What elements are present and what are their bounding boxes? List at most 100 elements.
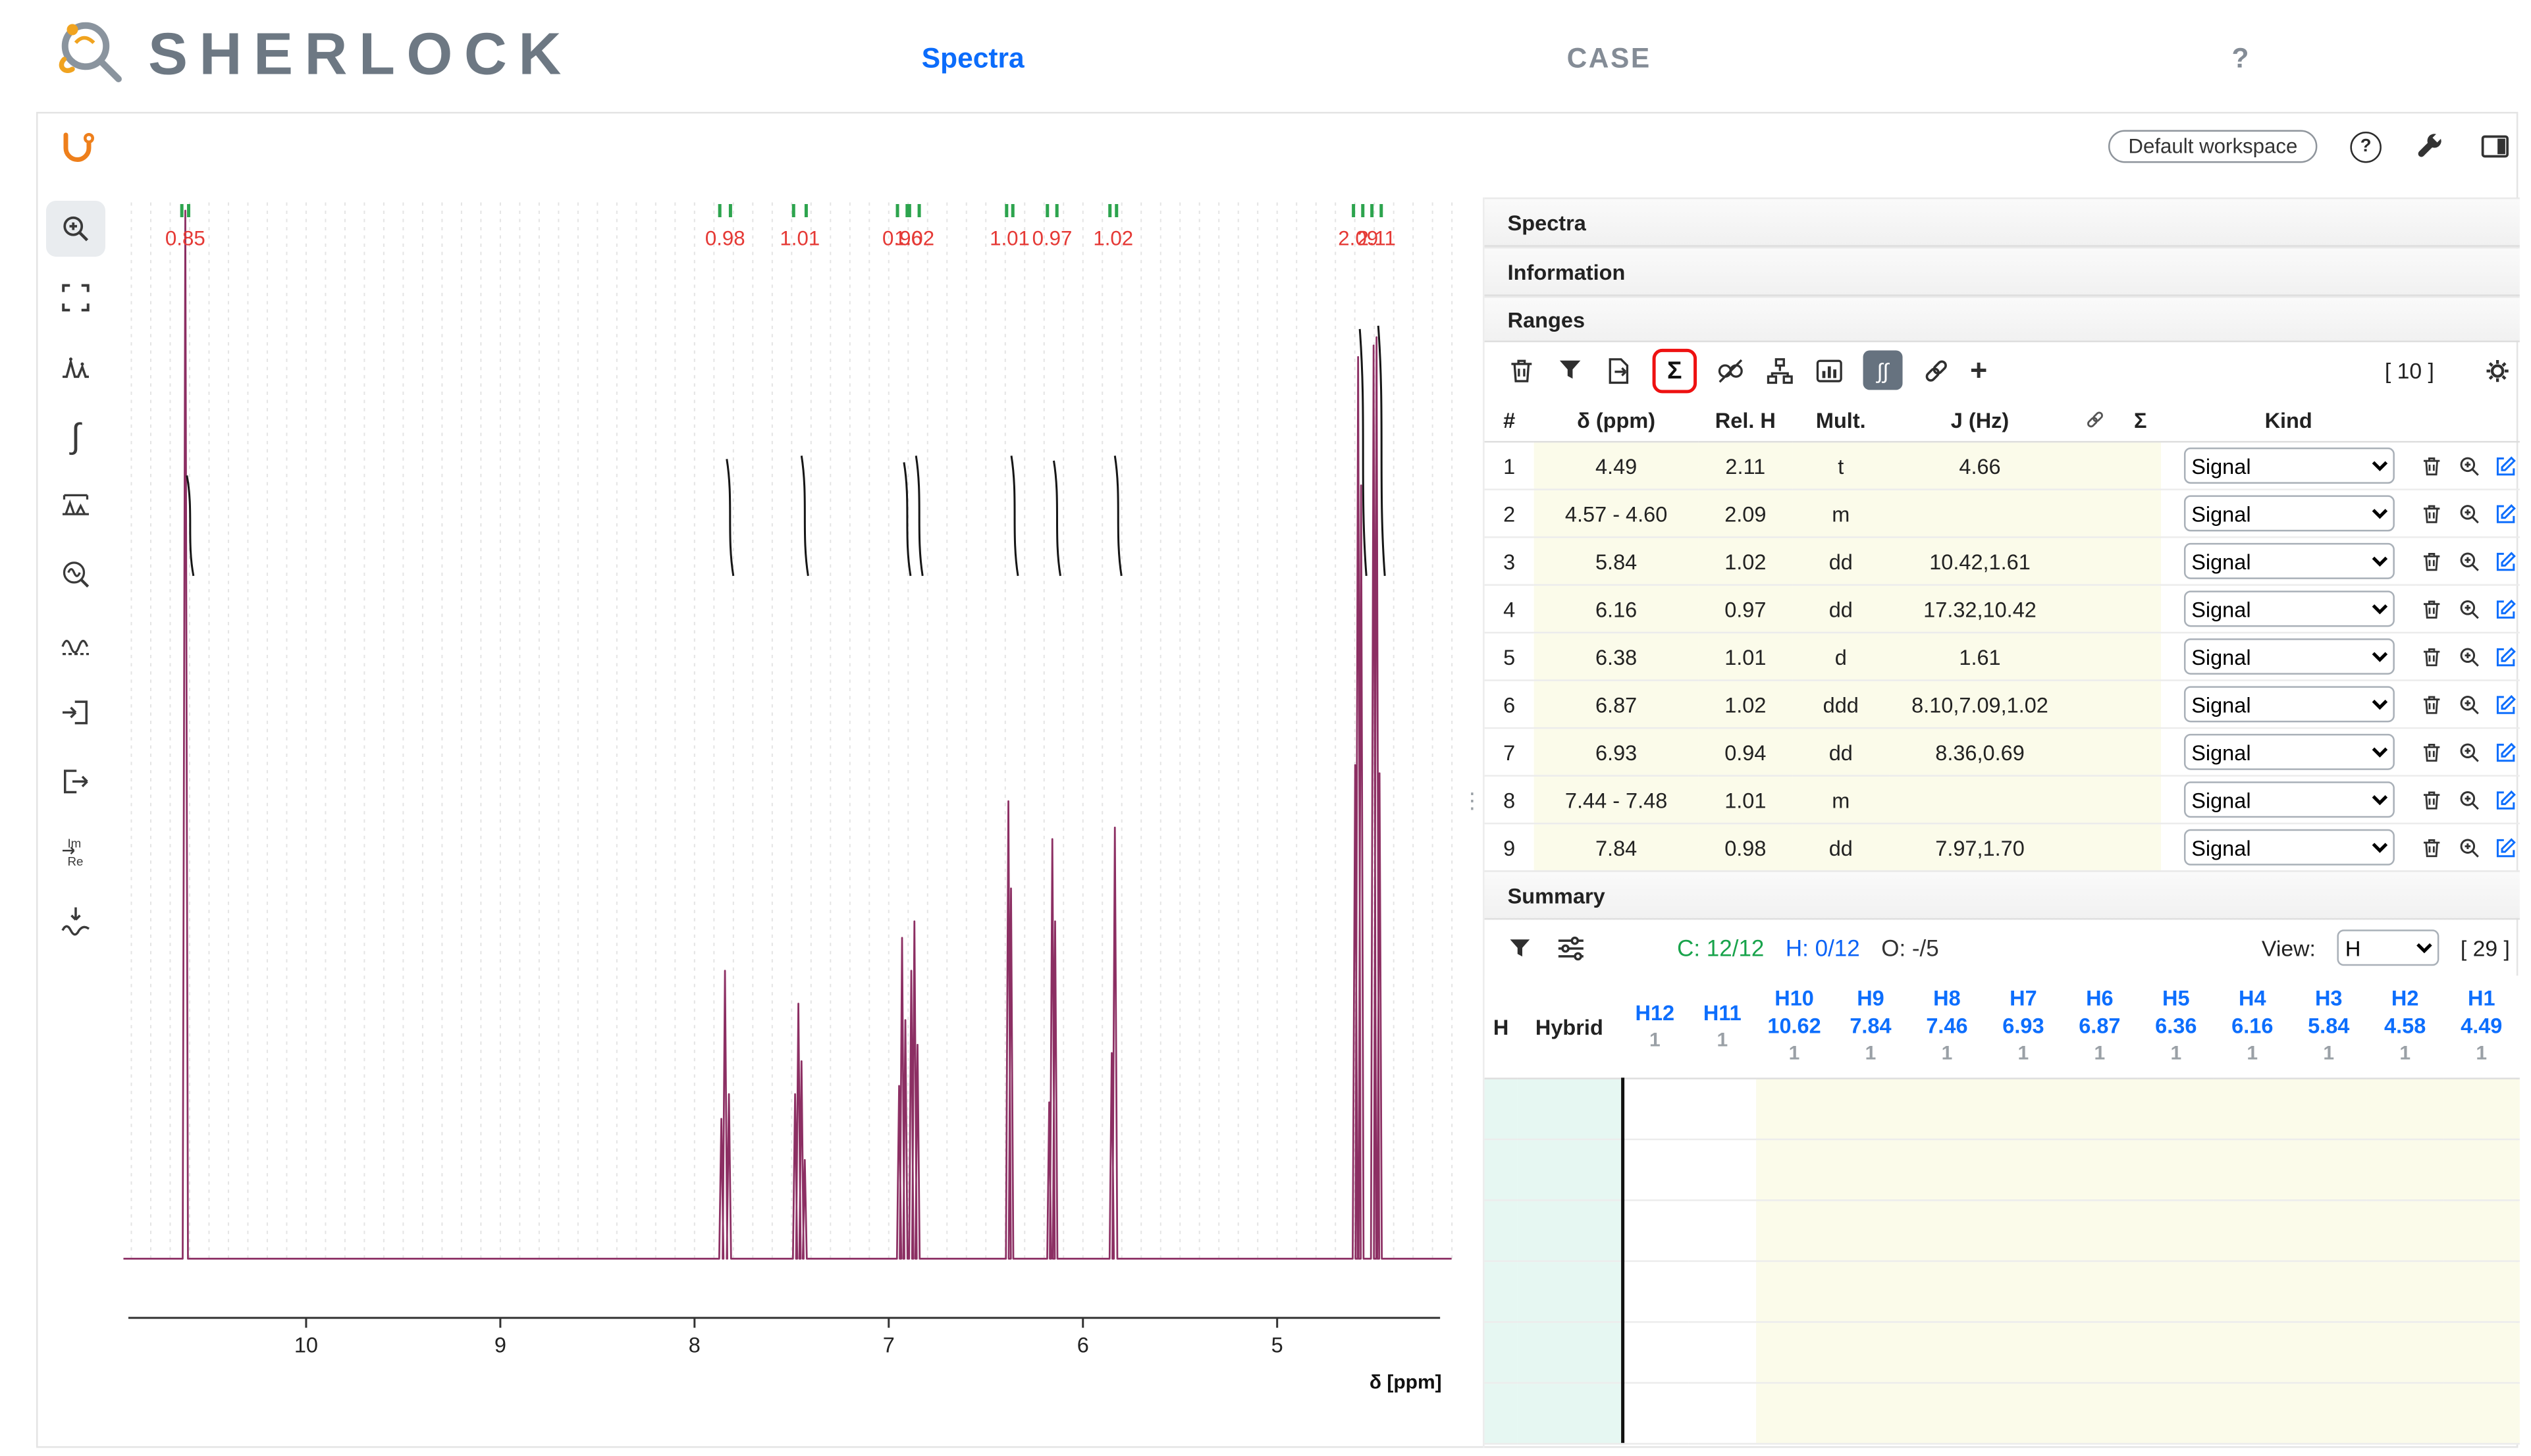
summary-cell[interactable]: [2443, 1078, 2520, 1139]
integral-tool-button[interactable]: ∫: [46, 408, 105, 464]
delete-range-icon[interactable]: [2419, 788, 2443, 812]
delete-range-icon[interactable]: [2419, 692, 2443, 717]
tab-spectra[interactable]: Spectra: [922, 43, 1025, 76]
edit-range-icon[interactable]: [2494, 692, 2518, 717]
range-kind-select[interactable]: Signal: [2183, 781, 2394, 818]
peak-picking-button[interactable]: [46, 339, 105, 395]
range-row[interactable]: 5 6.38 1.01 d 1.61 Signal: [1485, 633, 2520, 680]
clustering-tree-icon[interactable]: [1765, 355, 1796, 386]
delete-range-icon[interactable]: [2419, 645, 2443, 669]
import-button[interactable]: [46, 685, 105, 741]
summary-cell[interactable]: [2367, 1078, 2443, 1139]
range-kind-select[interactable]: Signal: [2183, 590, 2394, 627]
export-button[interactable]: [46, 754, 105, 810]
filter-ranges-icon[interactable]: [1555, 355, 1585, 385]
atom-column-header[interactable]: H66.871: [2062, 975, 2138, 1078]
zoom-to-range-icon[interactable]: [2457, 645, 2481, 669]
summary-filter-icon[interactable]: [1506, 934, 1533, 962]
zoom-to-range-icon[interactable]: [2457, 550, 2481, 574]
range-kind-select[interactable]: Signal: [2183, 495, 2394, 531]
layout-panel-icon[interactable]: [2478, 130, 2511, 163]
zoom-to-range-icon[interactable]: [2457, 741, 2481, 765]
summary-cell[interactable]: [2062, 1322, 2138, 1382]
summary-cell[interactable]: [2291, 1322, 2367, 1382]
delete-range-icon[interactable]: [2419, 502, 2443, 526]
section-spectra[interactable]: Spectra: [1485, 197, 2520, 247]
summary-cell[interactable]: [2291, 1261, 2367, 1322]
summary-cell[interactable]: [2138, 1139, 2214, 1200]
summary-cell[interactable]: [1909, 1261, 1985, 1322]
summary-cell[interactable]: [2443, 1322, 2520, 1382]
range-kind-select[interactable]: Signal: [2183, 638, 2394, 675]
spectrum-canvas[interactable]: 0.850.981.010.961.021.010.971.022.092.11…: [99, 189, 1470, 1398]
summary-cell[interactable]: [1985, 1383, 2062, 1443]
zoom-to-range-icon[interactable]: [2457, 788, 2481, 812]
summary-cell[interactable]: [1909, 1383, 1985, 1443]
atom-column-header[interactable]: H24.581: [2367, 975, 2443, 1078]
range-row[interactable]: 6 6.87 1.02 ddd 8.10,7.09,1.02 Signal: [1485, 681, 2520, 728]
summary-cell[interactable]: [2367, 1200, 2443, 1261]
atom-column-header[interactable]: H46.161: [2214, 975, 2291, 1078]
summary-cell[interactable]: [1756, 1322, 1832, 1382]
summary-cell[interactable]: [1756, 1078, 1832, 1139]
summary-cell[interactable]: [1832, 1383, 1909, 1443]
sum-options-button[interactable]: Σ: [1653, 348, 1697, 392]
summary-view-select[interactable]: H: [2337, 929, 2439, 966]
summary-cell[interactable]: [1621, 1322, 1688, 1382]
help-icon[interactable]: ?: [2350, 131, 2381, 162]
summary-cell[interactable]: [2291, 1200, 2367, 1261]
delete-range-icon[interactable]: [2419, 454, 2443, 479]
atom-column-header[interactable]: H56.361: [2138, 975, 2214, 1078]
range-kind-select[interactable]: Signal: [2183, 448, 2394, 484]
summary-cell[interactable]: [1985, 1200, 2062, 1261]
summary-cell[interactable]: [2138, 1261, 2214, 1322]
summary-cell[interactable]: [1756, 1200, 1832, 1261]
range-row[interactable]: 4 6.16 0.97 dd 17.32,10.42 Signal: [1485, 585, 2520, 633]
zoom-to-range-icon[interactable]: [2457, 454, 2481, 479]
atom-column-header[interactable]: H87.461: [1909, 975, 1985, 1078]
workspace-selector[interactable]: Default workspace: [2108, 130, 2317, 163]
summary-cell[interactable]: [2138, 1200, 2214, 1261]
delete-range-icon[interactable]: [2419, 550, 2443, 574]
summary-cell[interactable]: [1689, 1261, 1756, 1322]
range-row[interactable]: 7 6.93 0.94 dd 8.36,0.69 Signal: [1485, 728, 2520, 775]
summary-cell[interactable]: [2062, 1261, 2138, 1322]
summary-sort-settings-icon[interactable]: [1555, 932, 1586, 963]
ranges-settings-gear-icon[interactable]: [2482, 355, 2513, 386]
range-picking-button[interactable]: [46, 477, 105, 533]
link-assignments-icon[interactable]: [1921, 355, 1952, 386]
edit-range-icon[interactable]: [2494, 788, 2518, 812]
range-row[interactable]: 8 7.44 - 7.48 1.01 m Signal: [1485, 776, 2520, 823]
edit-range-icon[interactable]: [2494, 597, 2518, 621]
summary-cell[interactable]: [2443, 1383, 2520, 1443]
atom-column-header[interactable]: H35.841: [2291, 975, 2367, 1078]
remove-assignments-icon[interactable]: [1715, 355, 1746, 386]
summary-cell[interactable]: [2214, 1261, 2291, 1322]
baseline-correction-button[interactable]: [46, 615, 105, 671]
summary-cell[interactable]: [2138, 1383, 2214, 1443]
summary-cell[interactable]: [2443, 1200, 2520, 1261]
delete-range-icon[interactable]: [2419, 597, 2443, 621]
panel-splitter[interactable]: ⋮: [1462, 794, 1483, 806]
summary-cell[interactable]: [2062, 1078, 2138, 1139]
atom-column-header[interactable]: H97.841: [1832, 975, 1909, 1078]
summary-cell[interactable]: [1621, 1200, 1688, 1261]
delete-range-icon[interactable]: [2419, 741, 2443, 765]
range-kind-select[interactable]: Signal: [2183, 686, 2394, 722]
edit-range-icon[interactable]: [2494, 502, 2518, 526]
summary-cell[interactable]: [2138, 1078, 2214, 1139]
summary-cell[interactable]: [1909, 1139, 1985, 1200]
edit-range-icon[interactable]: [2494, 550, 2518, 574]
atom-column-header[interactable]: H14.491: [2443, 975, 2520, 1078]
tab-help[interactable]: ?: [2231, 43, 2249, 76]
zoom-to-range-icon[interactable]: [2457, 597, 2481, 621]
fit-to-view-button[interactable]: [46, 270, 105, 326]
edit-range-icon[interactable]: [2494, 645, 2518, 669]
summary-cell[interactable]: [1985, 1139, 2062, 1200]
summary-cell[interactable]: [1832, 1261, 1909, 1322]
section-information[interactable]: Information: [1485, 247, 2520, 296]
apodization-button[interactable]: [46, 892, 105, 948]
summary-cell[interactable]: [2214, 1383, 2291, 1443]
summary-cell[interactable]: [1689, 1139, 1756, 1200]
zoom-to-range-icon[interactable]: [2457, 836, 2481, 860]
